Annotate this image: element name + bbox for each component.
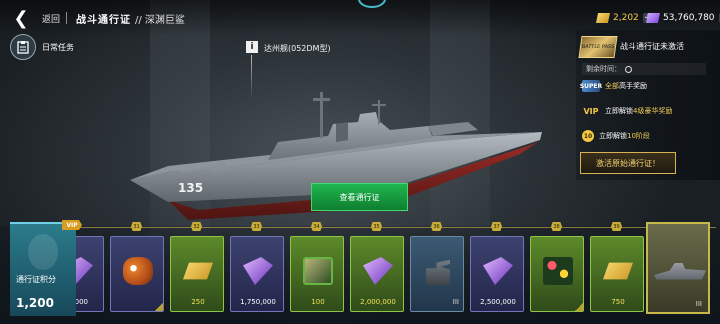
- perk-item: SUPER 全部 高手奖励: [580, 78, 647, 94]
- gem-icon: [646, 13, 660, 23]
- ship-name: 达州舰(052DM型): [264, 44, 331, 53]
- perk-text: 立即解锁: [605, 107, 633, 115]
- level-marker: 34: [311, 222, 322, 231]
- reward-amount: 2,500,000: [480, 298, 516, 306]
- perk-item: 10 立即解锁 10阶段: [582, 128, 650, 144]
- score-label: 通行证积分: [16, 275, 56, 284]
- pass-emblem-icon: [28, 234, 58, 270]
- page-title-text: 战斗通行证: [76, 15, 131, 26]
- level-marker: 35: [371, 222, 382, 231]
- reward-card[interactable]: 2,500,000: [470, 236, 524, 312]
- vip-tag: VIP: [62, 220, 82, 230]
- chips-icon: [243, 257, 273, 285]
- battle-pass-screen: ❮ 返回 战斗通行证 // 深渊巨鲨 2,202 + 53,760,780 + 日…: [0, 0, 720, 324]
- activate-pass-button[interactable]: 激活原始通行证！: [580, 152, 676, 174]
- gold-value: 2,202: [613, 13, 639, 23]
- remaining-time: 剩余时间：: [582, 63, 706, 75]
- card-corner: [155, 303, 163, 311]
- gold-bar-icon: [603, 262, 633, 280]
- flower-camo-icon: [543, 257, 573, 285]
- perk-text: 立即解锁: [599, 132, 627, 140]
- gem-value: 53,760,780: [663, 13, 715, 23]
- reward-card[interactable]: 750: [590, 236, 644, 312]
- level-marker: 39: [611, 222, 622, 231]
- gold-bar-icon: [596, 13, 610, 23]
- view-pass-button[interactable]: 查看通行证: [311, 183, 408, 211]
- gem-currency: 53,760,780 +: [646, 11, 720, 25]
- turret-icon: [426, 259, 450, 285]
- level-marker: 32: [191, 222, 202, 231]
- battle-pass-card-image: BATTLE PASS: [578, 36, 618, 58]
- final-reward-card[interactable]: III: [646, 222, 710, 314]
- pass-info-panel: BATTLE PASS 战斗通行证未激活 剩余时间： SUPER 全部 高手奖励…: [576, 30, 720, 180]
- perk-text: 高手奖励: [619, 82, 647, 90]
- page-subtitle: // 深渊巨鲨: [135, 15, 185, 26]
- red-panda-icon: [123, 257, 153, 285]
- perk-item: VIP 立即解锁 4级豪华奖励: [582, 103, 672, 119]
- reward-card[interactable]: [530, 236, 584, 312]
- reward-amount: 1,750,000: [240, 298, 276, 306]
- level-skip-icon: 10: [582, 130, 594, 142]
- reward-amount: 2,000,000: [360, 298, 396, 306]
- clock-icon: [625, 65, 632, 73]
- super-badge-icon: SUPER: [580, 80, 602, 92]
- perk-highlight: 全部: [605, 82, 619, 90]
- gold-bar-icon: [183, 262, 213, 280]
- remaining-time-label: 剩余时间：: [586, 65, 621, 73]
- level-marker: 37: [491, 222, 502, 231]
- reward-card[interactable]: 2,000,000: [350, 236, 404, 312]
- daily-tasks-button[interactable]: [10, 34, 36, 60]
- daily-tasks-label[interactable]: 日常任务: [42, 42, 74, 53]
- reward-tier: III: [452, 298, 459, 306]
- perk-highlight: 10阶段: [627, 132, 650, 140]
- supply-chest-icon: [303, 257, 333, 285]
- reward-card[interactable]: 1,750,000: [230, 236, 284, 312]
- perk-highlight: 4级豪华奖励: [633, 107, 673, 115]
- chips-icon: [363, 257, 393, 285]
- reward-card[interactable]: [110, 236, 164, 312]
- top-ornament-icon: [358, 0, 386, 8]
- card-corner: [575, 303, 583, 311]
- reward-tier: III: [695, 300, 702, 308]
- gold-currency: 2,202 +: [596, 11, 653, 25]
- reward-card[interactable]: III: [410, 236, 464, 312]
- title-divider: [66, 12, 67, 24]
- reward-amount: 100: [311, 298, 325, 306]
- pass-score-panel: 通行证积分 1,200: [10, 222, 76, 316]
- level-marker: 31: [131, 222, 142, 231]
- page-title: 战斗通行证 // 深渊巨鲨: [76, 11, 185, 26]
- reward-card[interactable]: 100: [290, 236, 344, 312]
- clipboard-icon: [17, 41, 29, 54]
- level-marker: 36: [431, 222, 442, 231]
- reward-amount: 750: [611, 298, 625, 306]
- level-marker: 33: [251, 222, 262, 231]
- vip-crown-icon: VIP: [583, 106, 599, 116]
- warship-icon: [654, 263, 706, 280]
- back-arrow-icon[interactable]: ❮: [10, 8, 32, 29]
- reward-amount: 250: [191, 298, 205, 306]
- level-marker: 38: [551, 222, 562, 231]
- chips-icon: [483, 257, 513, 285]
- reward-card[interactable]: 250: [170, 236, 224, 312]
- score-value: 1,200: [16, 296, 54, 310]
- pass-status: 战斗通行证未激活: [620, 42, 684, 51]
- info-icon[interactable]: i: [246, 41, 258, 53]
- hull-number: 135: [178, 181, 203, 195]
- back-label[interactable]: 返回: [42, 12, 60, 25]
